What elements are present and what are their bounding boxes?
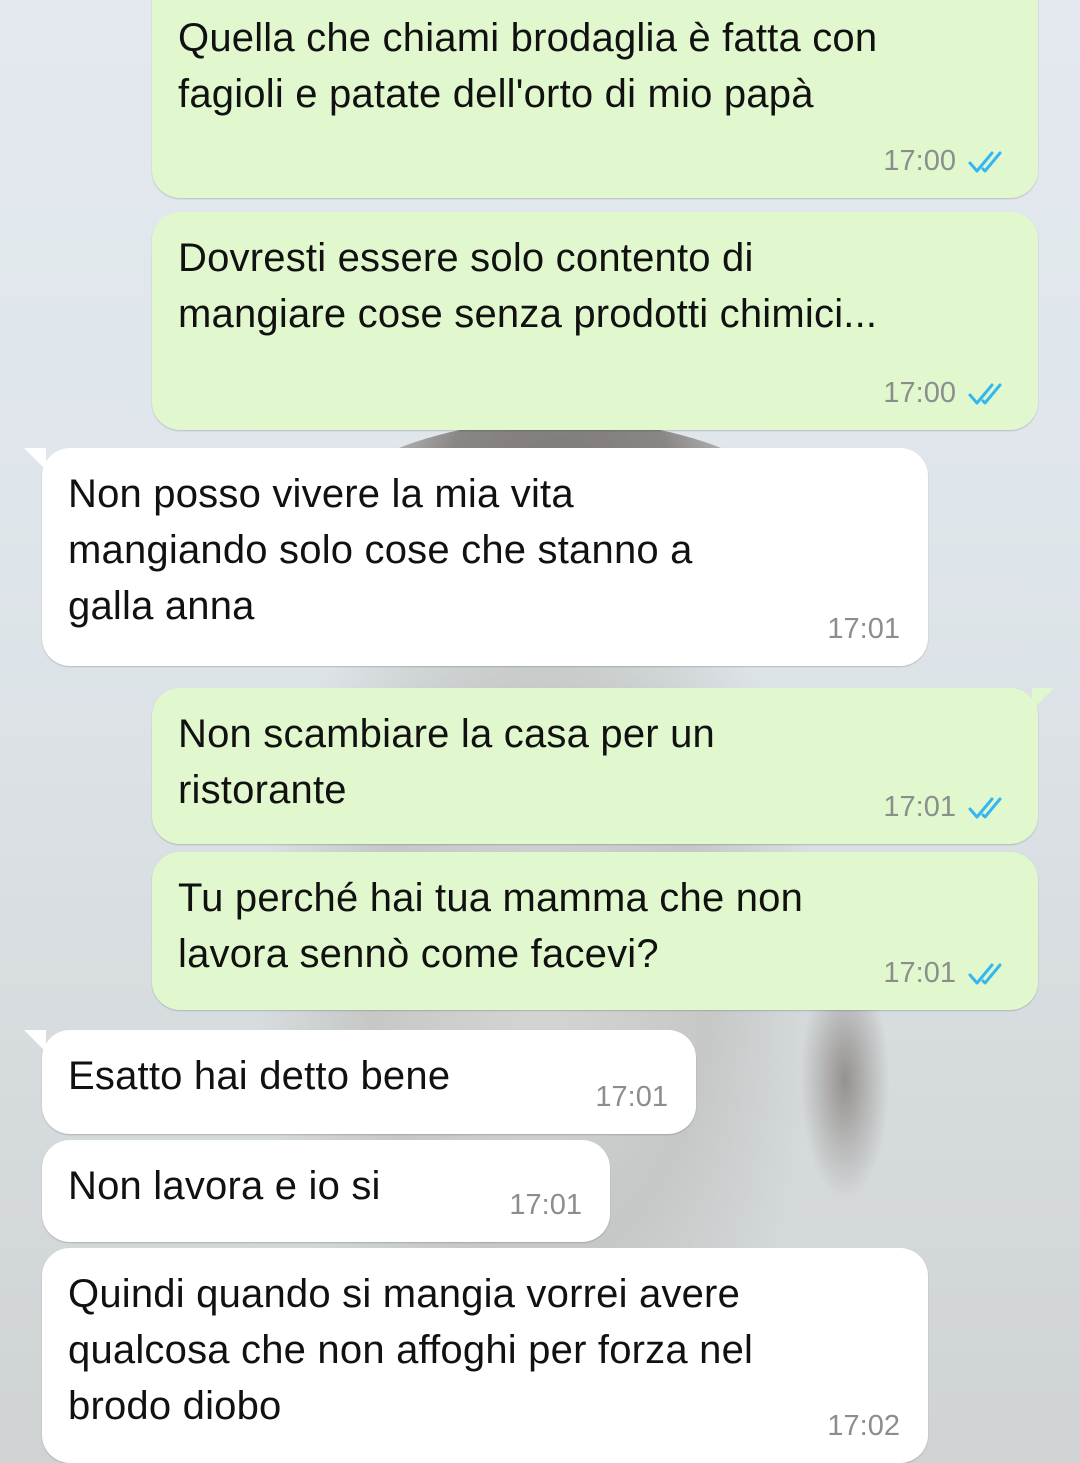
outgoing-message-bubble[interactable]: Quella che chiami brodaglia è fatta con …: [152, 0, 1038, 198]
message-timestamp: 17:00: [883, 377, 956, 409]
message-text: Non lavora e io si: [68, 1164, 381, 1208]
message-meta: 17:01: [883, 791, 1010, 824]
message-meta: 17:01: [509, 1189, 582, 1222]
message-timestamp: 17:01: [883, 957, 956, 989]
incoming-message-bubble[interactable]: Esatto hai detto bene 17:01: [24, 1030, 696, 1134]
message-text: Dovresti essere solo contento di mangiar…: [178, 236, 878, 336]
message-timestamp: 17:01: [883, 791, 956, 823]
message-text: Quella che chiami brodaglia è fatta con …: [178, 16, 878, 116]
message-meta: 17:01: [827, 613, 900, 646]
message-meta: 17:00: [883, 377, 1010, 410]
double-check-read-icon: [968, 797, 1002, 818]
message-meta: 17:01: [883, 957, 1010, 990]
bubble-tail: [24, 448, 46, 470]
outgoing-message-bubble[interactable]: Dovresti essere solo contento di mangiar…: [152, 212, 1038, 430]
message-timestamp: 17:01: [509, 1189, 582, 1221]
message-text: Non posso vivere la mia vita mangiando s…: [68, 472, 693, 628]
double-check-read-icon: [968, 151, 1002, 172]
message-timestamp: 17:02: [827, 1410, 900, 1442]
message-text: Quindi quando si mangia vorrei avere qua…: [68, 1272, 754, 1428]
bubble-tail: [24, 1030, 46, 1052]
message-text: Esatto hai detto bene: [68, 1054, 451, 1098]
double-check-read-icon: [968, 963, 1002, 984]
outgoing-message-bubble[interactable]: Tu perché hai tua mamma che non lavora s…: [152, 852, 1038, 1010]
message-meta: 17:02: [827, 1410, 900, 1443]
incoming-message-bubble[interactable]: Quindi quando si mangia vorrei avere qua…: [42, 1248, 928, 1463]
outgoing-message-bubble[interactable]: Non scambiare la casa per un ristorante …: [152, 688, 1054, 844]
message-timestamp: 17:00: [883, 145, 956, 177]
message-meta: 17:01: [595, 1081, 668, 1114]
bubble-tail: [1032, 688, 1054, 710]
incoming-message-bubble[interactable]: Non lavora e io si 17:01: [42, 1140, 610, 1242]
message-timestamp: 17:01: [827, 613, 900, 645]
incoming-message-bubble[interactable]: Non posso vivere la mia vita mangiando s…: [24, 448, 928, 666]
message-meta: 17:00: [883, 145, 1010, 178]
double-check-read-icon: [968, 383, 1002, 404]
message-timestamp: 17:01: [595, 1081, 668, 1113]
chat-message-list[interactable]: Quella che chiami brodaglia è fatta con …: [0, 0, 1080, 1463]
